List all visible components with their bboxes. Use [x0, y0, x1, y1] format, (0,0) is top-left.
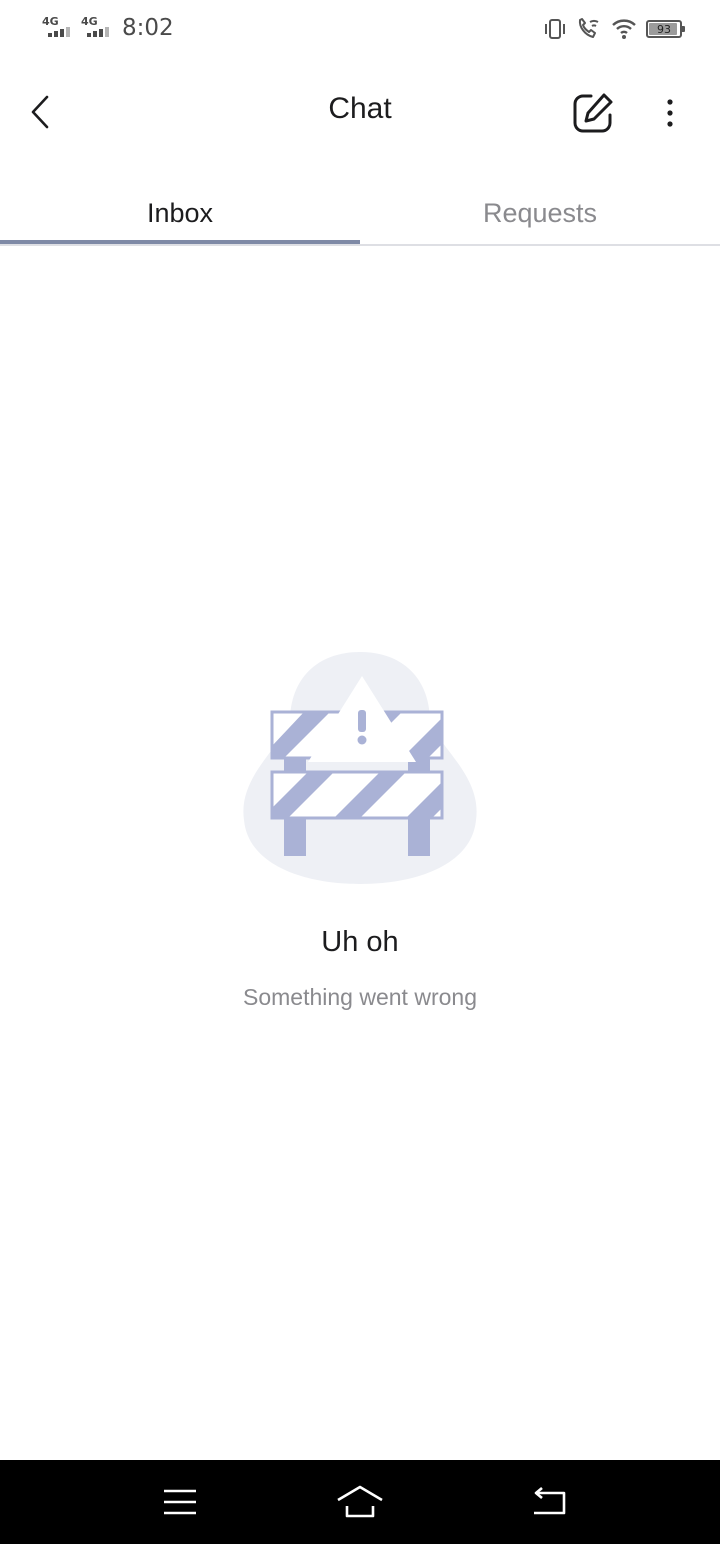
home-button[interactable]	[330, 1480, 390, 1524]
status-bar-right: 93	[543, 15, 685, 43]
battery-percentage: 93	[657, 22, 671, 36]
signal-icon	[48, 27, 70, 37]
compose-button[interactable]	[568, 88, 618, 138]
tab-requests[interactable]: Requests	[360, 184, 720, 244]
more-options-button[interactable]	[650, 90, 690, 136]
tab-inbox[interactable]: Inbox	[0, 184, 360, 244]
tab-bar: Inbox Requests	[0, 184, 720, 246]
more-vertical-icon	[667, 99, 673, 127]
system-nav-bar	[0, 1460, 720, 1544]
wifi-call-icon	[578, 18, 599, 38]
menu-icon	[164, 1489, 196, 1515]
recent-apps-button[interactable]	[150, 1480, 210, 1524]
error-message: Something went wrong	[243, 984, 477, 1010]
network-indicator-1: 4G	[42, 15, 76, 41]
wifi-icon	[612, 19, 636, 39]
back-icon	[534, 1487, 566, 1515]
network-indicator-2: 4G	[81, 15, 115, 41]
status-bar: 4G 4G 8:02 93	[0, 0, 720, 56]
signal-icon	[87, 27, 109, 37]
error-illustration	[238, 648, 482, 888]
compose-icon	[573, 93, 613, 133]
error-title: Uh oh	[321, 926, 399, 958]
battery-icon: 93	[646, 20, 685, 38]
system-back-button[interactable]	[519, 1480, 579, 1524]
vibrate-icon	[545, 19, 565, 39]
active-tab-indicator	[0, 240, 360, 244]
app-header: Chat	[0, 70, 720, 154]
roadblock-warning-icon	[243, 652, 477, 884]
status-bar-left: 4G 4G 8:02	[42, 14, 174, 42]
status-time: 8:02	[122, 15, 174, 41]
home-icon	[337, 1485, 383, 1518]
